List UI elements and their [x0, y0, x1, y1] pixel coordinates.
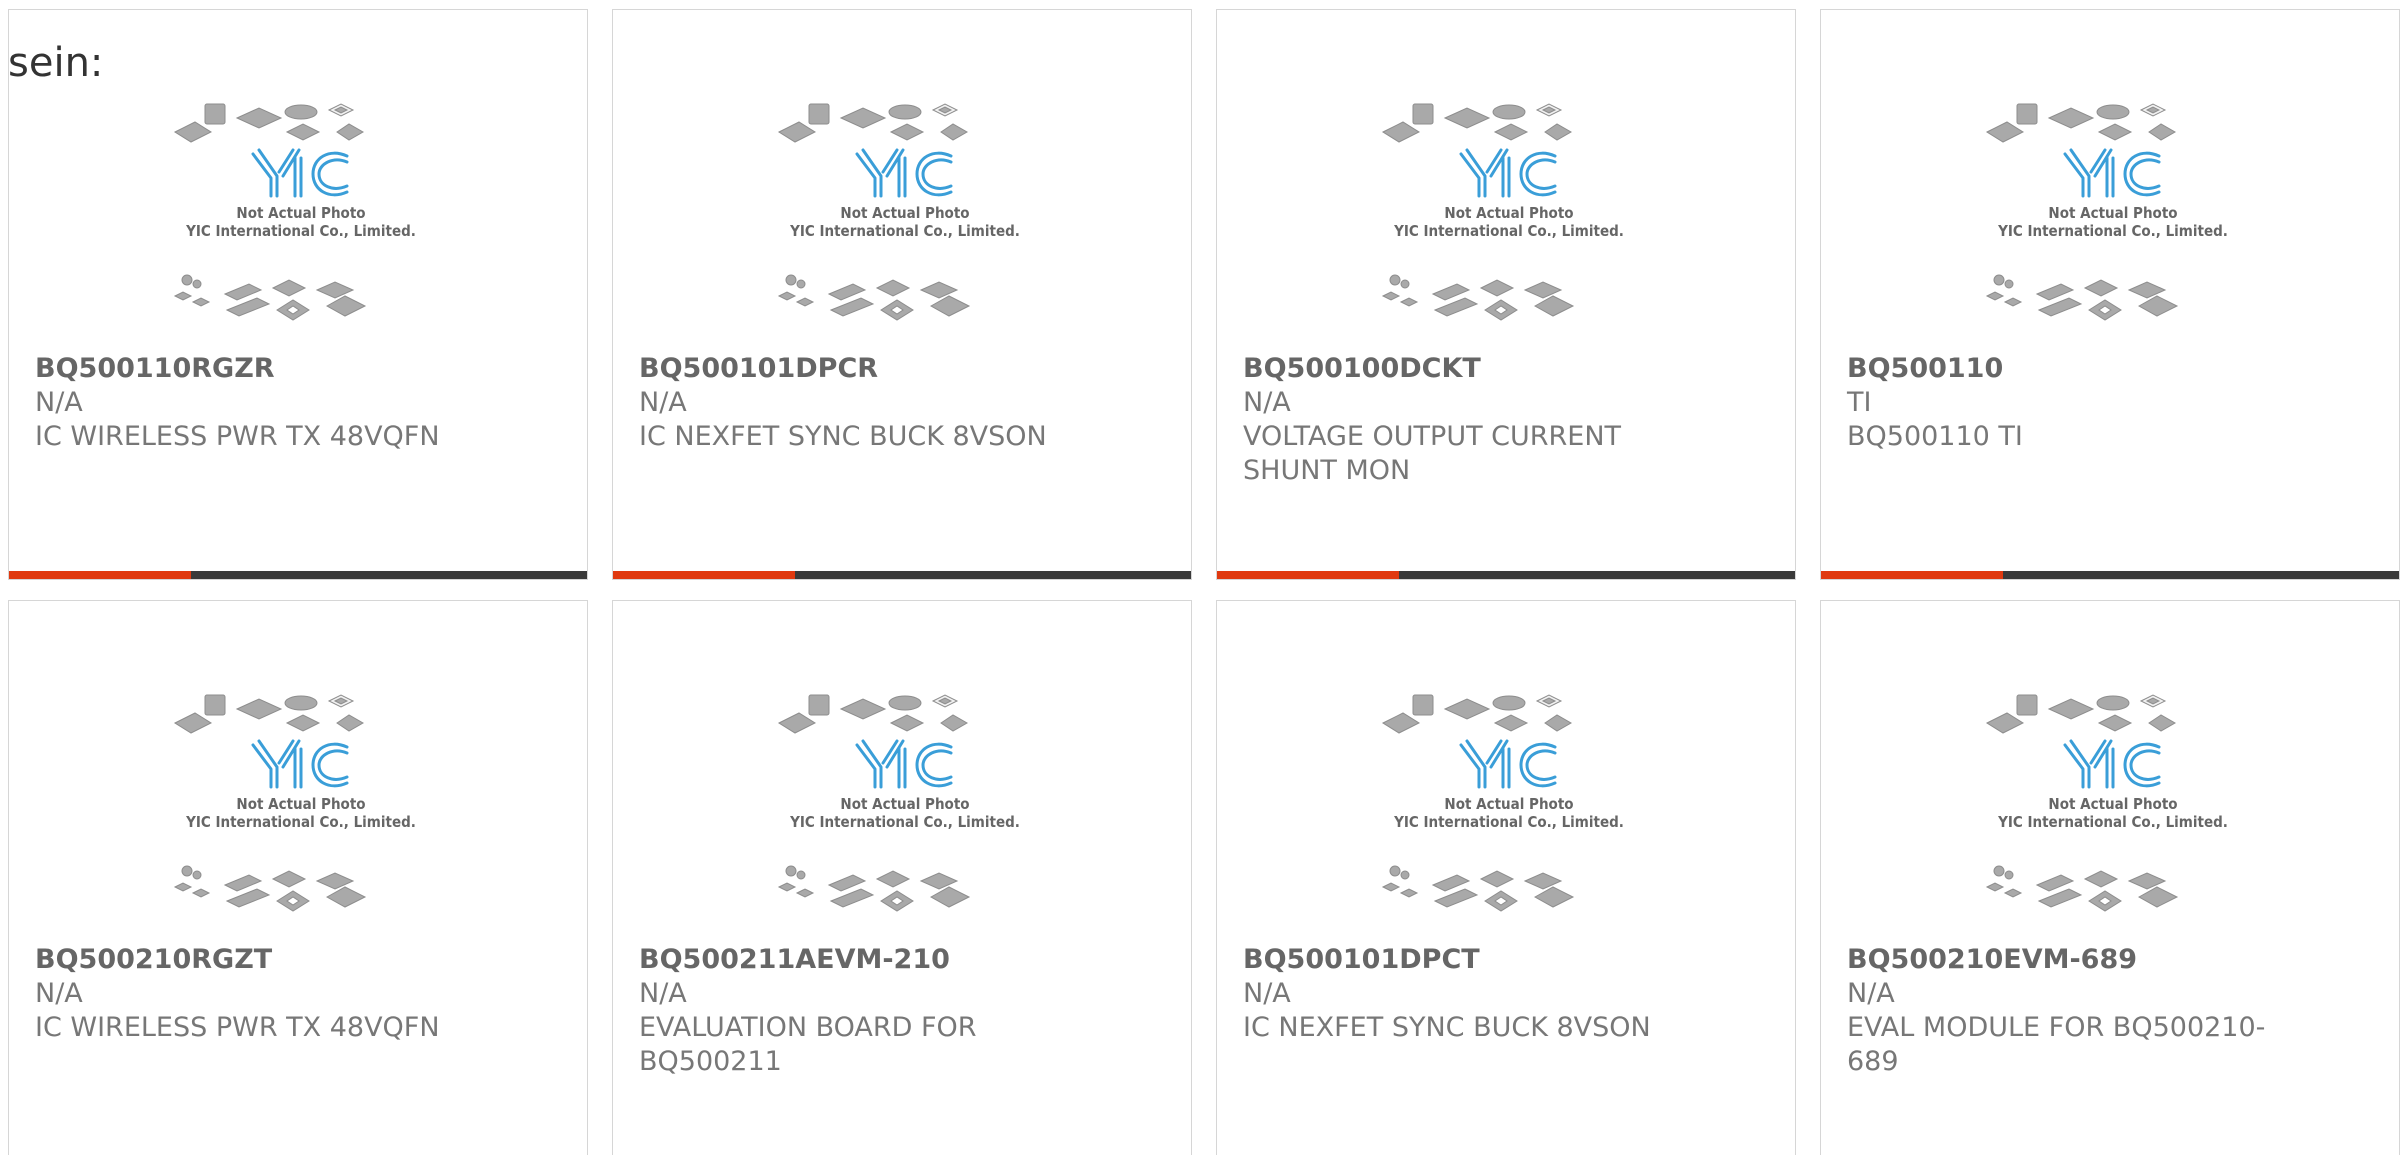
product-info: BQ500101DPCR N/A IC NEXFET SYNC BUCK 8VS…: [639, 352, 1159, 454]
part-number[interactable]: BQ500210RGZT: [35, 943, 555, 977]
watermark-line-2: YIC International Co., Limited.: [1997, 813, 2228, 831]
watermark-line-1: Not Actual Photo: [1444, 795, 1573, 813]
watermark-line-1: Not Actual Photo: [236, 204, 365, 222]
product-placeholder-image: Not Actual Photo YIC International Co., …: [777, 694, 1020, 912]
card-bottom-bar: [9, 571, 587, 579]
product-card[interactable]: Not Actual Photo YIC International Co., …: [1216, 600, 1796, 1155]
part-number[interactable]: BQ500100DCKT: [1243, 352, 1763, 386]
product-placeholder-image: Not Actual Photo YIC International Co., …: [173, 694, 416, 912]
product-info: BQ500210EVM-689 N/A EVAL MODULE FOR BQ50…: [1847, 943, 2367, 1079]
watermark-line-1: Not Actual Photo: [236, 795, 365, 813]
product-card[interactable]: Not Actual Photo YIC International Co., …: [8, 600, 588, 1155]
product-info: BQ500210RGZT N/A IC WIRELESS PWR TX 48VQ…: [35, 943, 555, 1045]
watermark-line-2: YIC International Co., Limited.: [1393, 813, 1624, 831]
description: IC NEXFET SYNC BUCK 8VSON: [639, 421, 1047, 452]
card-bar-accent: [1821, 571, 2003, 579]
product-card[interactable]: Not Actual Photo YIC International Co., …: [612, 600, 1192, 1155]
product-info: BQ500110 TI BQ500110 TI: [1847, 352, 2367, 454]
watermark-line-1: Not Actual Photo: [1444, 204, 1573, 222]
product-info: BQ500100DCKT N/A VOLTAGE OUTPUT CURRENT …: [1243, 352, 1763, 488]
intro-text: sein:: [8, 40, 104, 86]
manufacturer: N/A: [639, 387, 687, 418]
watermark-line-2: YIC International Co., Limited.: [1997, 222, 2228, 240]
product-placeholder-image: Not Actual Photo YIC International Co., …: [1985, 103, 2228, 321]
card-bottom-bar: [1821, 571, 2399, 579]
description: IC NEXFET SYNC BUCK 8VSON: [1243, 1012, 1651, 1043]
product-card[interactable]: Not Actual Photo YIC International Co., …: [1820, 600, 2400, 1155]
product-placeholder-image: Not Actual Photo YIC International Co., …: [777, 103, 1020, 321]
manufacturer: N/A: [1847, 978, 1895, 1009]
watermark-line-1: Not Actual Photo: [2048, 204, 2177, 222]
manufacturer: N/A: [35, 978, 83, 1009]
description: VOLTAGE OUTPUT CURRENT SHUNT MON: [1243, 421, 1622, 486]
product-placeholder-image: Not Actual Photo YIC International Co., …: [1985, 694, 2228, 912]
watermark-line-1: Not Actual Photo: [840, 204, 969, 222]
description: EVALUATION BOARD FOR BQ500211: [639, 1012, 977, 1077]
product-list-page: Not Actual Photo YIC International Co., …: [0, 0, 2404, 1155]
part-number[interactable]: BQ500210EVM-689: [1847, 943, 2367, 977]
part-number[interactable]: BQ500211AEVM-210: [639, 943, 1159, 977]
card-bar-accent: [613, 571, 795, 579]
product-info: BQ500101DPCT N/A IC NEXFET SYNC BUCK 8VS…: [1243, 943, 1763, 1045]
watermark-line-2: YIC International Co., Limited.: [789, 813, 1020, 831]
part-number[interactable]: BQ500101DPCR: [639, 352, 1159, 386]
description: IC WIRELESS PWR TX 48VQFN: [35, 421, 440, 452]
product-card[interactable]: Not Actual Photo YIC International Co., …: [1216, 9, 1796, 580]
product-card[interactable]: Not Actual Photo YIC International Co., …: [8, 9, 588, 580]
watermark-line-2: YIC International Co., Limited.: [185, 222, 416, 240]
card-bottom-bar: [613, 571, 1191, 579]
watermark-line-2: YIC International Co., Limited.: [1393, 222, 1624, 240]
card-bar-accent: [1217, 571, 1399, 579]
description: EVAL MODULE FOR BQ500210-689: [1847, 1012, 2266, 1077]
product-grid: Not Actual Photo YIC International Co., …: [8, 9, 2400, 1155]
card-bar-accent: [9, 571, 191, 579]
product-info: BQ500211AEVM-210 N/A EVALUATION BOARD FO…: [639, 943, 1159, 1079]
watermark-line-2: YIC International Co., Limited.: [185, 813, 416, 831]
product-card[interactable]: Not Actual Photo YIC International Co., …: [1820, 9, 2400, 580]
description: IC WIRELESS PWR TX 48VQFN: [35, 1012, 440, 1043]
watermark-line-2: YIC International Co., Limited.: [789, 222, 1020, 240]
part-number[interactable]: BQ500110RGZR: [35, 352, 555, 386]
manufacturer: TI: [1847, 387, 1872, 418]
manufacturer: N/A: [639, 978, 687, 1009]
product-card[interactable]: Not Actual Photo YIC International Co., …: [612, 9, 1192, 580]
product-info: BQ500110RGZR N/A IC WIRELESS PWR TX 48VQ…: [35, 352, 555, 454]
product-placeholder-image: Not Actual Photo YIC International Co., …: [1381, 694, 1624, 912]
watermark-line-1: Not Actual Photo: [2048, 795, 2177, 813]
product-placeholder-image: Not Actual Photo YIC International Co., …: [173, 103, 416, 321]
part-number[interactable]: BQ500110: [1847, 352, 2367, 386]
manufacturer: N/A: [1243, 978, 1291, 1009]
part-number[interactable]: BQ500101DPCT: [1243, 943, 1763, 977]
product-placeholder-image: Not Actual Photo YIC International Co., …: [1381, 103, 1624, 321]
watermark-line-1: Not Actual Photo: [840, 795, 969, 813]
card-bottom-bar: [1217, 571, 1795, 579]
manufacturer: N/A: [35, 387, 83, 418]
description: BQ500110 TI: [1847, 421, 2023, 452]
manufacturer: N/A: [1243, 387, 1291, 418]
